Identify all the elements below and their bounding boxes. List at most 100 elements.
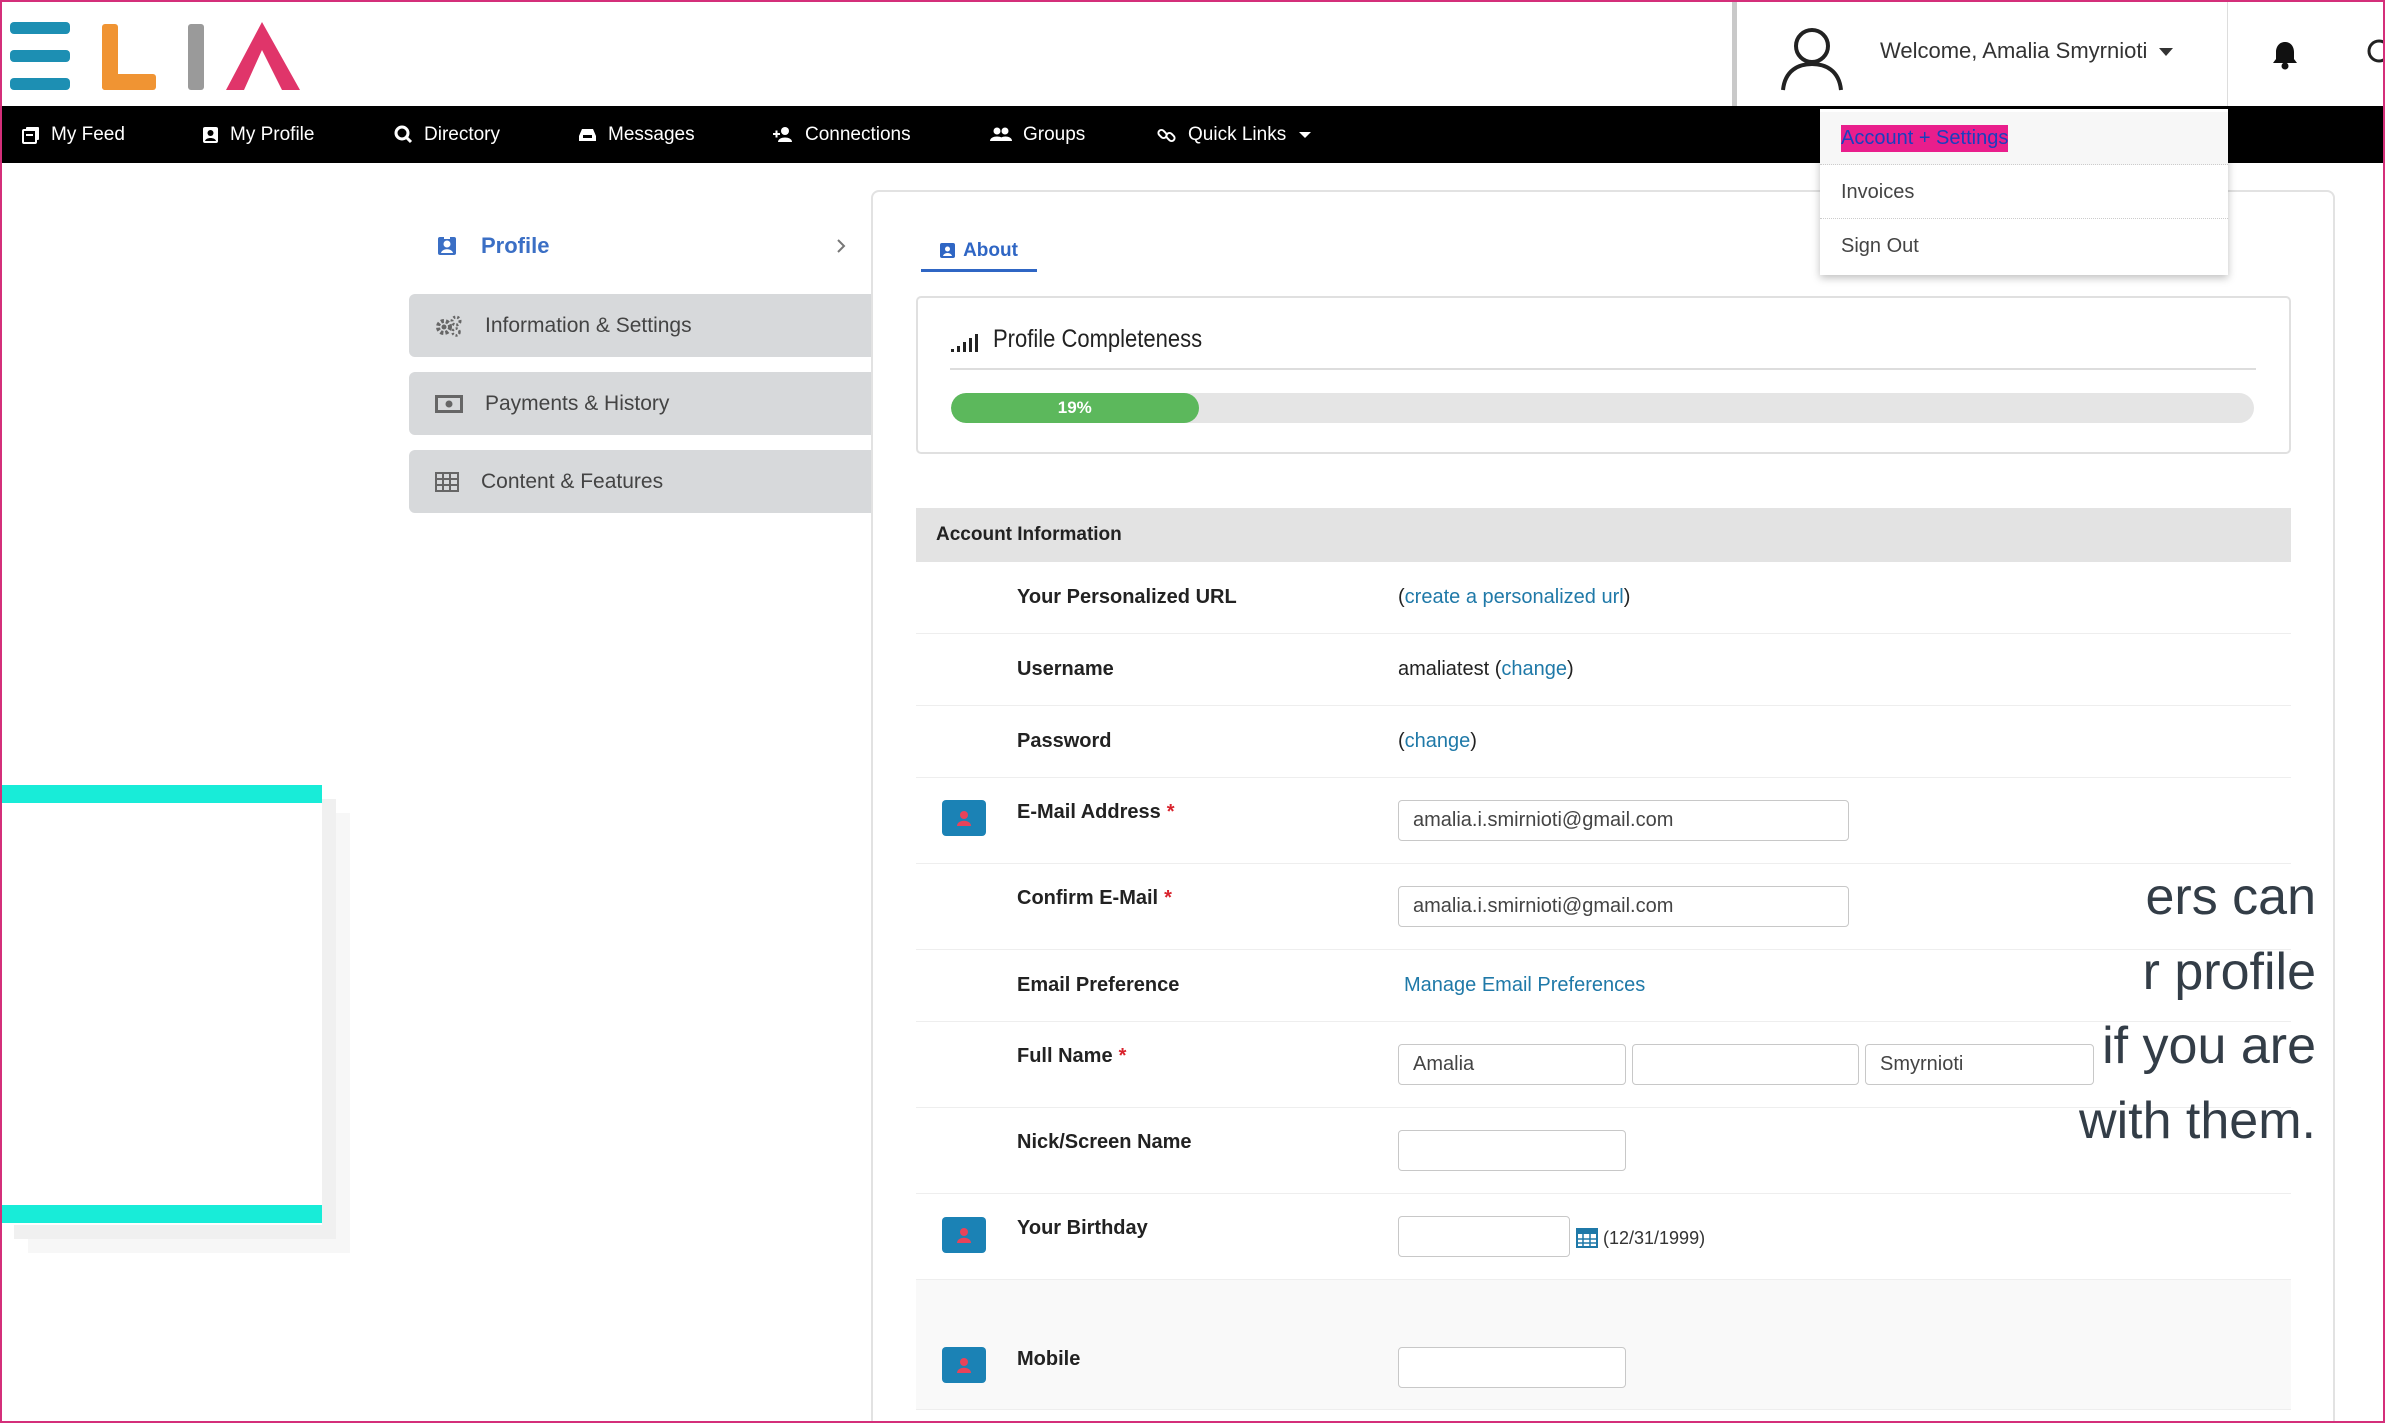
- personalized-url-label: Your Personalized URL: [1017, 586, 1237, 608]
- paren: ): [1623, 586, 1631, 608]
- confirm-email-label-text: Confirm E-Mail: [1017, 887, 1159, 909]
- user-dropdown-menu: Account + Settings Invoices Sign Out: [1820, 109, 2228, 275]
- username-text: amaliatest: [1398, 658, 1490, 680]
- email-field[interactable]: amalia.i.smirnioti@gmail.com: [1398, 800, 1849, 841]
- gears-icon: [436, 315, 462, 337]
- mobile-field[interactable]: [1398, 1347, 1626, 1388]
- birthday-format-hint: (12/31/1999): [1603, 1228, 1706, 1248]
- person-icon: [957, 1228, 971, 1243]
- required-mark: *: [1166, 801, 1175, 823]
- add-user-icon: [773, 127, 792, 142]
- nav-quick-links[interactable]: Quick Links: [1157, 106, 1312, 163]
- row-password: [916, 706, 2291, 778]
- card-accent-top: [0, 785, 322, 803]
- change-username-link[interactable]: change: [1501, 658, 1567, 680]
- profile-completeness-bar: 19%: [951, 393, 2254, 423]
- nav-label: Connections: [805, 123, 911, 145]
- profile-icon: [438, 236, 456, 255]
- nav-groups[interactable]: Groups: [990, 106, 1085, 163]
- user-menu[interactable]: Welcome, Amalia Smyrnioti: [1732, 0, 2228, 106]
- progress-label: 19%: [1057, 398, 1092, 417]
- sidebar-item-content-features[interactable]: Content & Features: [409, 450, 871, 513]
- password-label: Password: [1017, 730, 1112, 752]
- caret-down-icon: [2159, 48, 2174, 57]
- menu-item-label: Sign Out: [1841, 235, 1919, 257]
- group-icon: [990, 127, 1012, 141]
- paren: (: [1489, 658, 1502, 680]
- bell-icon[interactable]: [2270, 40, 2300, 70]
- create-personalized-url-link[interactable]: create a personalized url: [1405, 586, 1624, 608]
- required-mark: *: [1164, 887, 1172, 909]
- manage-email-preferences-link[interactable]: Manage Email Preferences: [1404, 974, 1645, 997]
- first-name-value: Amalia: [1413, 1053, 1475, 1075]
- nav-messages[interactable]: Messages: [578, 106, 695, 163]
- privacy-toggle[interactable]: [942, 1347, 986, 1383]
- row-mobile: [916, 1280, 2291, 1410]
- change-password-link[interactable]: change: [1405, 730, 1471, 752]
- full-name-label: Full Name *: [1017, 1045, 1126, 1068]
- profile-icon: [940, 243, 956, 258]
- person-icon: [957, 811, 971, 826]
- first-name-field[interactable]: Amalia: [1398, 1044, 1626, 1085]
- menu-item-invoices[interactable]: Invoices: [1820, 166, 2228, 219]
- nick-field[interactable]: [1398, 1130, 1626, 1171]
- email-label-text: E-Mail Address: [1017, 801, 1161, 823]
- tab-about[interactable]: About: [921, 232, 1037, 272]
- feed-icon: [22, 126, 39, 144]
- full-name-label-text: Full Name: [1017, 1045, 1113, 1067]
- chevron-right-icon: [837, 239, 846, 253]
- welcome-label[interactable]: Welcome, Amalia Smyrnioti: [1880, 38, 2174, 64]
- username-label: Username: [1017, 658, 1114, 680]
- menu-item-sign-out[interactable]: Sign Out: [1820, 220, 2228, 273]
- top-header: Welcome, Amalia Smyrnioti: [0, 0, 2385, 106]
- birthday-field[interactable]: [1398, 1216, 1570, 1257]
- paren: ): [1470, 730, 1477, 752]
- table-icon: [435, 471, 459, 492]
- signal-icon: [951, 334, 978, 352]
- email-value: amalia.i.smirnioti@gmail.com: [1413, 809, 1674, 831]
- menu-item-account-settings[interactable]: Account + Settings: [1820, 112, 2228, 165]
- paren: (: [1398, 730, 1405, 752]
- nav-directory[interactable]: Directory: [394, 106, 500, 163]
- required-mark: *: [1118, 1045, 1127, 1067]
- elia-logo[interactable]: [10, 20, 310, 90]
- calendar-icon[interactable]: [1576, 1226, 1598, 1248]
- search-icon[interactable]: [2364, 38, 2385, 68]
- row-username: [916, 634, 2291, 706]
- tooltip-card: [0, 785, 322, 1225]
- nav-label: Directory: [424, 123, 501, 145]
- sidebar-item-payments-history[interactable]: Payments & History: [409, 372, 871, 435]
- nav-label: My Profile: [230, 123, 315, 145]
- sidebar-item-profile[interactable]: Profile: [410, 222, 870, 270]
- person-icon: [957, 1358, 971, 1373]
- welcome-text: Welcome, Amalia Smyrnioti: [1880, 38, 2148, 63]
- sidebar-profile-label: Profile: [481, 233, 550, 258]
- paren: (: [1398, 586, 1405, 608]
- nav-my-profile[interactable]: My Profile: [202, 106, 314, 163]
- nav-label: My Feed: [51, 123, 125, 145]
- progress-fill: 19%: [951, 393, 1199, 423]
- privacy-toggle[interactable]: [942, 800, 986, 836]
- account-information-heading: Account Information: [916, 508, 2291, 562]
- email-preference-label: Email Preference: [1017, 974, 1180, 996]
- sidebar-item-label: Payments & History: [485, 391, 670, 415]
- email-label: E-Mail Address *: [1017, 801, 1175, 824]
- inbox-icon: [579, 128, 596, 141]
- privacy-toggle[interactable]: [942, 1217, 986, 1253]
- logo-graphic: [10, 22, 300, 90]
- personalized-url-value: (create a personalized url): [1398, 586, 1630, 609]
- profile-completeness-card: [916, 296, 2291, 454]
- sidebar-item-information-settings[interactable]: Information & Settings: [409, 294, 871, 357]
- nav-connections[interactable]: Connections: [772, 106, 911, 163]
- divider: [950, 368, 2256, 370]
- paren: ): [1567, 658, 1574, 680]
- birthday-label: Your Birthday: [1017, 1217, 1148, 1239]
- nav-my-feed[interactable]: My Feed: [22, 106, 125, 163]
- confirm-email-value: amalia.i.smirnioti@gmail.com: [1413, 895, 1674, 917]
- caret-down-icon: [1299, 131, 1312, 138]
- section-title: Account Information: [936, 524, 1122, 545]
- nav-label: Groups: [1023, 123, 1086, 145]
- mobile-label: Mobile: [1017, 1348, 1081, 1370]
- sidebar-item-label: Content & Features: [481, 469, 664, 493]
- password-value: (change): [1398, 730, 1477, 753]
